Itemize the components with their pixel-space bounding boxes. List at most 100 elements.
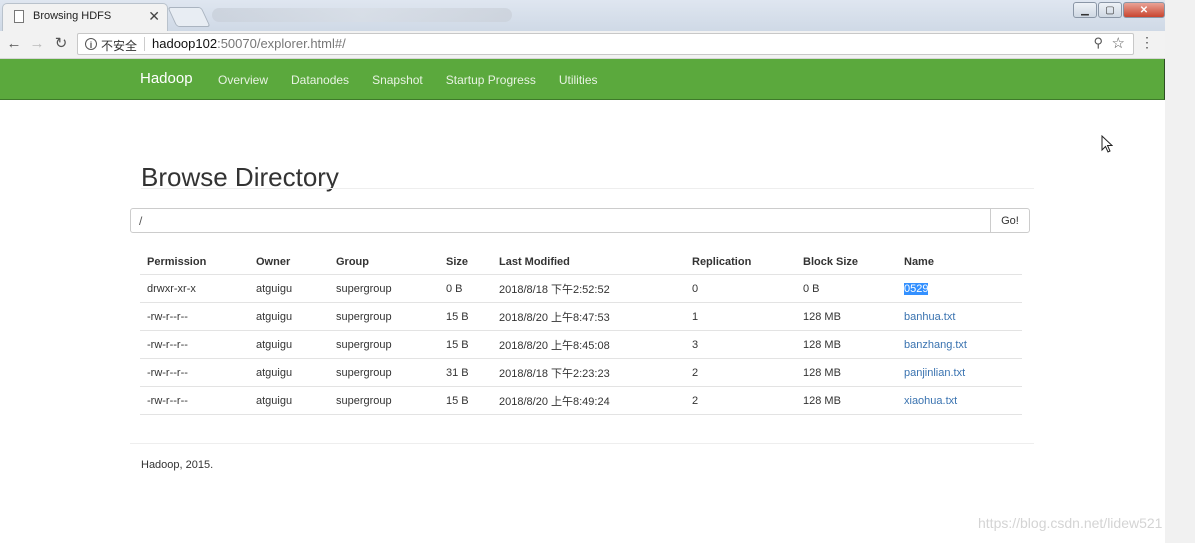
cell-block-size: 0 B bbox=[796, 274, 897, 303]
nav-links: Overview Datanodes Snapshot Startup Prog… bbox=[218, 73, 621, 87]
nav-datanodes[interactable]: Datanodes bbox=[291, 73, 349, 87]
info-icon[interactable]: i bbox=[85, 38, 97, 50]
mouse-cursor-icon bbox=[1101, 135, 1113, 153]
header-name[interactable]: Name bbox=[897, 249, 1022, 275]
cell-size: 0 B bbox=[439, 274, 492, 303]
table-header-row: Permission Owner Group Size Last Modifie… bbox=[140, 249, 1022, 275]
window-close-button[interactable]: ✕ bbox=[1123, 2, 1165, 18]
url-text[interactable]: hadoop102:50070/explorer.html#/ bbox=[152, 36, 346, 51]
cell-name: banhua.txt bbox=[897, 302, 1022, 331]
divider bbox=[144, 37, 145, 51]
header-group[interactable]: Group bbox=[329, 249, 439, 275]
brand-link[interactable]: Hadoop bbox=[140, 70, 193, 87]
window-edge bbox=[1165, 0, 1195, 543]
page-icon bbox=[14, 10, 24, 23]
reload-icon[interactable]: ↻ bbox=[51, 34, 71, 54]
file-link[interactable]: panjinlian.txt bbox=[904, 367, 965, 379]
cell-block-size: 128 MB bbox=[796, 386, 897, 415]
cell-replication: 0 bbox=[685, 274, 796, 303]
cell-last-modified: 2018/8/20 上午8:47:53 bbox=[492, 302, 685, 331]
cell-name: banzhang.txt bbox=[897, 330, 1022, 359]
close-tab-icon[interactable]: ✕ bbox=[148, 8, 160, 25]
cell-name: panjinlian.txt bbox=[897, 358, 1022, 387]
header-size[interactable]: Size bbox=[439, 249, 492, 275]
go-button[interactable]: Go! bbox=[990, 208, 1030, 233]
footer-divider bbox=[130, 443, 1034, 444]
table-row: drwxr-xr-x atguigu supergroup 0 B 2018/8… bbox=[140, 274, 1022, 303]
browser-tab[interactable]: Browsing HDFS ✕ bbox=[2, 3, 168, 31]
footer-text: Hadoop, 2015. bbox=[141, 459, 214, 471]
cell-last-modified: 2018/8/18 下午2:52:52 bbox=[492, 274, 685, 303]
cell-permission: -rw-r--r-- bbox=[140, 302, 249, 331]
cell-replication: 2 bbox=[685, 386, 796, 415]
browser-toolbar: ← → ↻ i 不安全 hadoop102:50070/explorer.htm… bbox=[0, 31, 1165, 59]
hadoop-navbar: Hadoop Overview Datanodes Snapshot Start… bbox=[0, 59, 1165, 100]
table-row: -rw-r--r-- atguigu supergroup 31 B 2018/… bbox=[140, 358, 1022, 387]
zoom-icon[interactable]: ⚲ bbox=[1093, 35, 1103, 51]
url-host: hadoop102 bbox=[152, 36, 218, 51]
cell-size: 15 B bbox=[439, 302, 492, 331]
new-tab-button[interactable] bbox=[167, 7, 211, 27]
bookmark-star-icon[interactable]: ☆ bbox=[1112, 34, 1125, 52]
cell-group: supergroup bbox=[329, 274, 439, 303]
cell-owner: atguigu bbox=[249, 330, 329, 359]
cell-last-modified: 2018/8/18 下午2:23:23 bbox=[492, 358, 685, 387]
cell-permission: drwxr-xr-x bbox=[140, 274, 249, 303]
cell-replication: 3 bbox=[685, 330, 796, 359]
table-row: -rw-r--r-- atguigu supergroup 15 B 2018/… bbox=[140, 386, 1022, 415]
cell-replication: 1 bbox=[685, 302, 796, 331]
cell-owner: atguigu bbox=[249, 386, 329, 415]
cell-replication: 2 bbox=[685, 358, 796, 387]
cell-size: 15 B bbox=[439, 386, 492, 415]
cell-size: 31 B bbox=[439, 358, 492, 387]
table-row: -rw-r--r-- atguigu supergroup 15 B 2018/… bbox=[140, 302, 1022, 331]
header-permission[interactable]: Permission bbox=[140, 249, 249, 275]
forward-arrow-icon[interactable]: → bbox=[27, 34, 47, 54]
address-bar[interactable]: i 不安全 hadoop102:50070/explorer.html#/ ⚲ … bbox=[77, 33, 1134, 55]
header-owner[interactable]: Owner bbox=[249, 249, 329, 275]
watermark-text: https://blog.csdn.net/lidew521 bbox=[978, 515, 1163, 531]
file-link[interactable]: xiaohua.txt bbox=[904, 395, 957, 407]
insecure-label: 不安全 bbox=[101, 39, 138, 53]
table-row: -rw-r--r-- atguigu supergroup 15 B 2018/… bbox=[140, 330, 1022, 359]
header-replication[interactable]: Replication bbox=[685, 249, 796, 275]
browser-titlebar: Browsing HDFS ✕ ▁ ▢ ✕ bbox=[0, 0, 1165, 31]
directory-path-input[interactable] bbox=[130, 208, 991, 233]
cell-size: 15 B bbox=[439, 330, 492, 359]
browser-menu-icon[interactable]: ⋮ bbox=[1140, 34, 1154, 51]
minimize-button[interactable]: ▁ bbox=[1073, 2, 1097, 18]
header-last-modified[interactable]: Last Modified bbox=[492, 249, 685, 275]
cell-group: supergroup bbox=[329, 330, 439, 359]
file-listing-table: Permission Owner Group Size Last Modifie… bbox=[140, 249, 1022, 415]
header-block-size[interactable]: Block Size bbox=[796, 249, 897, 275]
cell-block-size: 128 MB bbox=[796, 302, 897, 331]
file-link[interactable]: 0529 bbox=[904, 282, 929, 295]
cell-group: supergroup bbox=[329, 386, 439, 415]
tab-title: Browsing HDFS bbox=[33, 10, 112, 22]
url-path: :50070/explorer.html#/ bbox=[217, 36, 346, 51]
nav-utilities[interactable]: Utilities bbox=[559, 73, 598, 87]
file-link[interactable]: banhua.txt bbox=[904, 311, 955, 323]
back-arrow-icon[interactable]: ← bbox=[4, 34, 24, 54]
cell-group: supergroup bbox=[329, 358, 439, 387]
cell-name: xiaohua.txt bbox=[897, 386, 1022, 415]
nav-snapshot[interactable]: Snapshot bbox=[372, 73, 423, 87]
nav-startup-progress[interactable]: Startup Progress bbox=[446, 73, 536, 87]
cell-owner: atguigu bbox=[249, 358, 329, 387]
cell-permission: -rw-r--r-- bbox=[140, 330, 249, 359]
cell-permission: -rw-r--r-- bbox=[140, 386, 249, 415]
nav-overview[interactable]: Overview bbox=[218, 73, 268, 87]
cell-permission: -rw-r--r-- bbox=[140, 358, 249, 387]
title-divider bbox=[141, 188, 1034, 189]
restore-button[interactable]: ▢ bbox=[1098, 2, 1122, 18]
cell-owner: atguigu bbox=[249, 274, 329, 303]
window-controls: ▁ ▢ ✕ bbox=[1073, 2, 1165, 18]
file-link[interactable]: banzhang.txt bbox=[904, 339, 967, 351]
cell-name: 0529 bbox=[897, 274, 1022, 303]
cell-block-size: 128 MB bbox=[796, 330, 897, 359]
cell-block-size: 128 MB bbox=[796, 358, 897, 387]
cell-last-modified: 2018/8/20 上午8:45:08 bbox=[492, 330, 685, 359]
cell-group: supergroup bbox=[329, 302, 439, 331]
cell-owner: atguigu bbox=[249, 302, 329, 331]
cell-last-modified: 2018/8/20 上午8:49:24 bbox=[492, 386, 685, 415]
